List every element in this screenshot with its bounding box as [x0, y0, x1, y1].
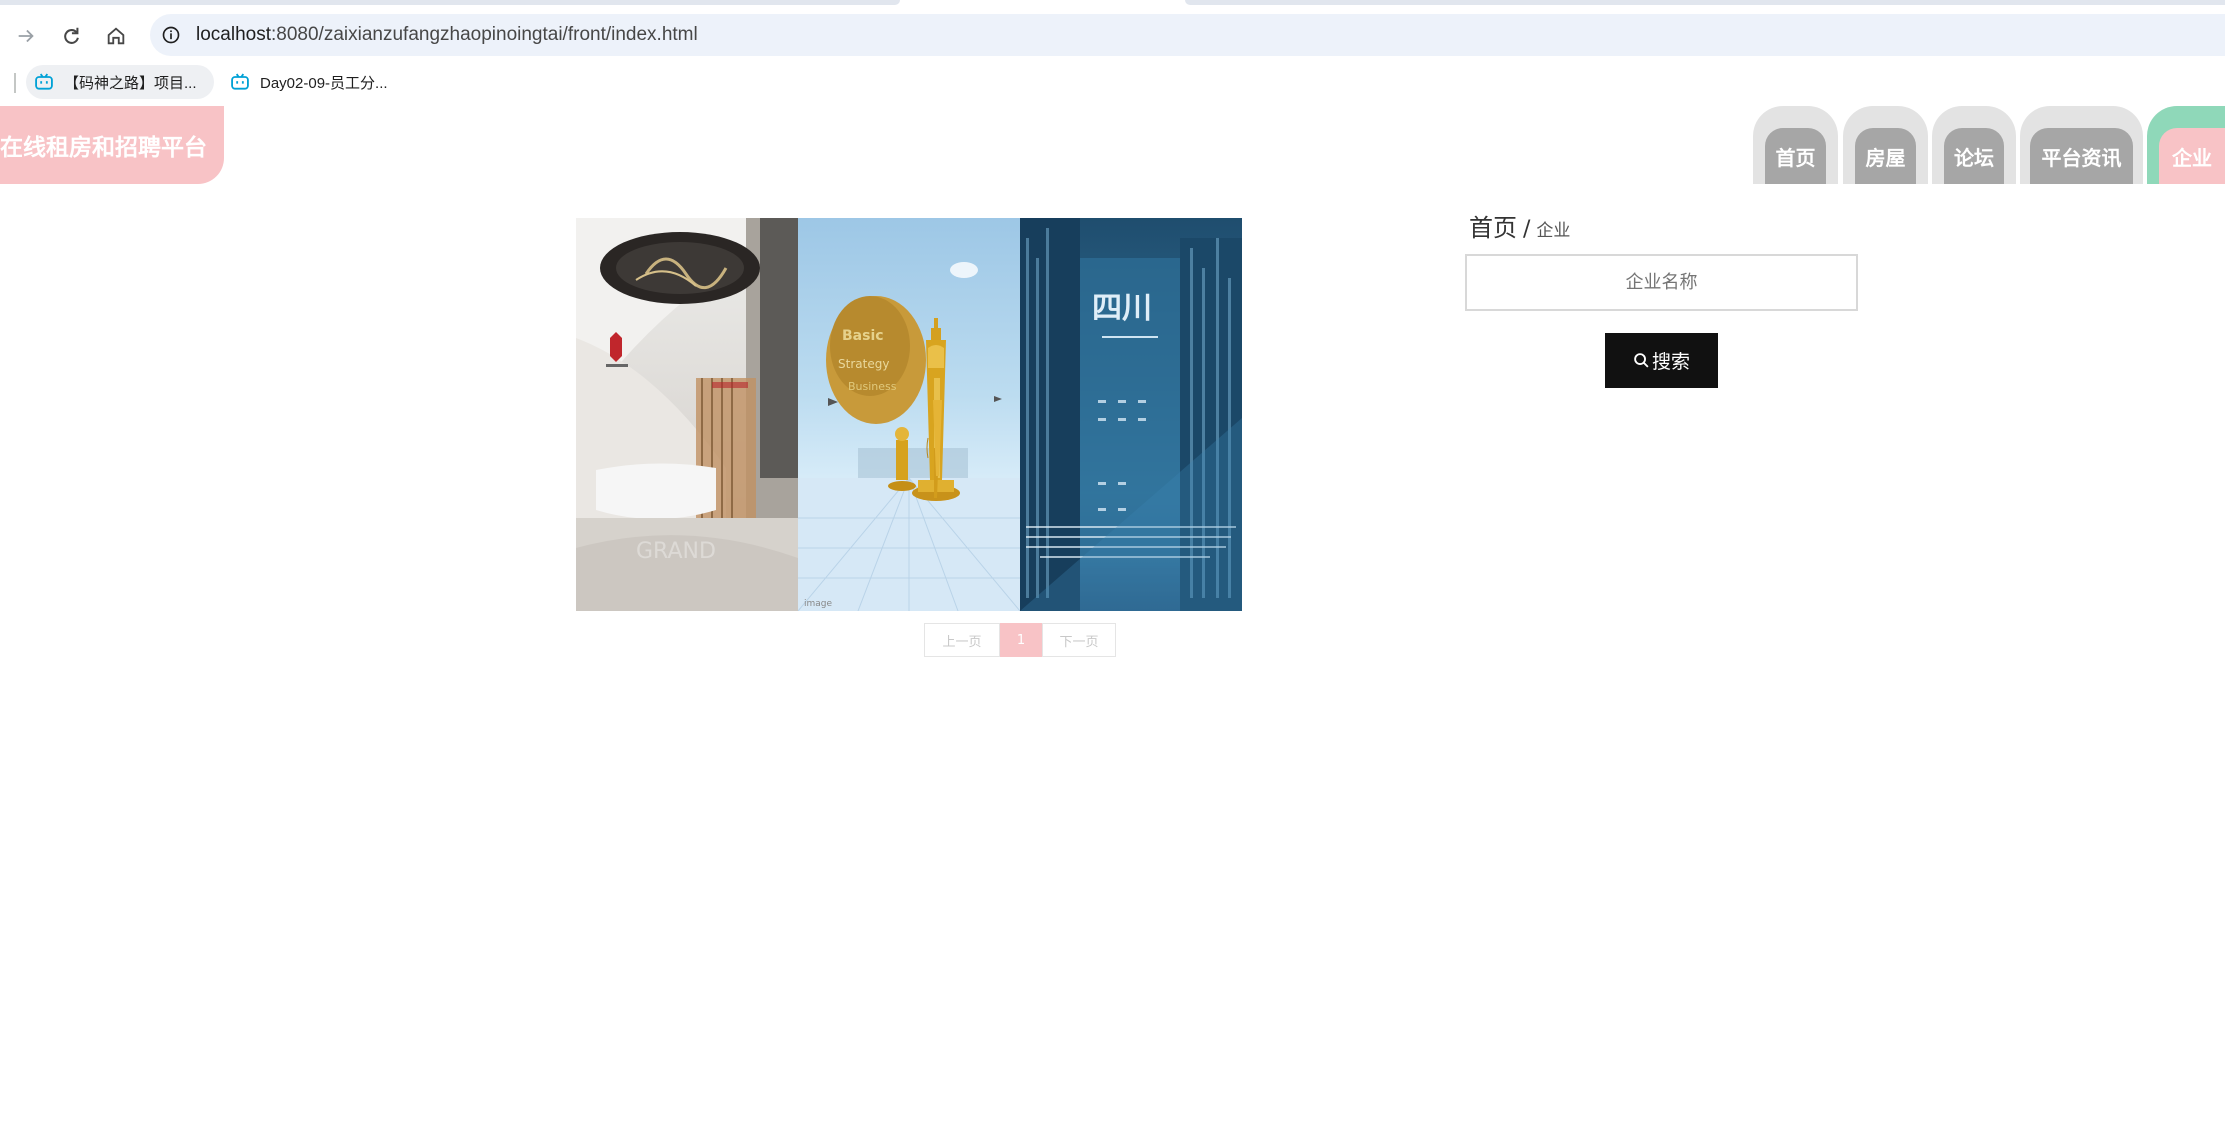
search-icon: [1634, 353, 1649, 368]
pagination: 上一页 1 下一页: [924, 623, 1116, 657]
nav-item-label: 论坛: [1944, 128, 2004, 184]
bookmark-label: 【码神之路】项目...: [64, 74, 197, 92]
prev-page-button[interactable]: 上一页: [924, 623, 1000, 657]
company-image-list: GRAND Basic Strategy Business image 四川: [576, 218, 1242, 611]
company-card-image[interactable]: Basic Strategy Business image: [798, 218, 1020, 611]
svg-text:Business: Business: [848, 380, 897, 393]
svg-text:四川: 四川: [1092, 291, 1152, 326]
breadcrumb-separator: /: [1523, 217, 1531, 242]
bookmark-item[interactable]: 【码神之路】项目...: [26, 65, 214, 99]
site-title[interactable]: 在线租房和招聘平台: [0, 106, 224, 184]
svg-text:image: image: [804, 599, 832, 609]
lobby-photo: GRAND: [576, 218, 798, 611]
breadcrumb: 首页 / 企业: [1469, 208, 1570, 242]
nav-item-houses[interactable]: 房屋: [1843, 106, 1928, 184]
bilibili-icon: [35, 73, 53, 90]
breadcrumb-current: 企业: [1536, 221, 1571, 241]
bookmarks-bar: 【码神之路】项目... Day02-09-员工分...: [0, 64, 2225, 102]
next-page-button[interactable]: 下一页: [1042, 623, 1116, 657]
address-bar[interactable]: localhost:8080/zaixianzufangzhaopinoingt…: [150, 14, 2225, 56]
nav-item-forum[interactable]: 论坛: [1932, 106, 2016, 184]
bookmark-item[interactable]: Day02-09-员工分...: [222, 65, 422, 99]
site-info-icon[interactable]: [160, 24, 182, 46]
bilibili-icon: [231, 73, 249, 90]
chess-photo: Basic Strategy Business image: [798, 262, 1020, 611]
breadcrumb-home[interactable]: 首页: [1469, 208, 1517, 243]
svg-text:GRAND: GRAND: [636, 539, 716, 564]
forward-icon[interactable]: [8, 18, 44, 54]
company-card-image[interactable]: 四川: [1020, 218, 1242, 611]
nav-item-label: 企业: [2159, 128, 2225, 184]
reload-icon[interactable]: [53, 18, 89, 54]
home-icon[interactable]: [98, 18, 134, 54]
browser-toolbar: localhost:8080/zaixianzufangzhaopinoingt…: [0, 6, 2225, 64]
url-text: localhost:8080/zaixianzufangzhaopinoingt…: [196, 24, 698, 45]
svg-text:Strategy: Strategy: [838, 357, 889, 371]
nav-item-label: 平台资讯: [2030, 128, 2133, 184]
bookmark-label: Day02-09-员工分...: [260, 74, 388, 92]
current-page-button[interactable]: 1: [1000, 623, 1042, 657]
company-name-search-input[interactable]: [1465, 254, 1858, 311]
page-content: 在线租房和招聘平台 首页 房屋 论坛 平台资讯 企业 GRAND Basic S…: [0, 102, 2225, 1140]
nav-item-label: 房屋: [1855, 128, 1916, 184]
bookmarks-divider: [14, 73, 16, 93]
nav-item-label: 首页: [1765, 128, 1826, 184]
tab-edge: [1185, 0, 2225, 5]
nav-item-home[interactable]: 首页: [1753, 106, 1838, 184]
company-card-image[interactable]: GRAND: [576, 218, 798, 611]
search-button-label: 搜索: [1651, 351, 1690, 373]
svg-text:Basic: Basic: [842, 328, 884, 344]
tab-edge: [0, 0, 900, 5]
city-photo: 四川: [1020, 218, 1242, 611]
nav-item-news[interactable]: 平台资讯: [2020, 106, 2143, 184]
nav-item-company[interactable]: 企业: [2147, 106, 2225, 184]
search-button[interactable]: 搜索: [1605, 333, 1718, 388]
